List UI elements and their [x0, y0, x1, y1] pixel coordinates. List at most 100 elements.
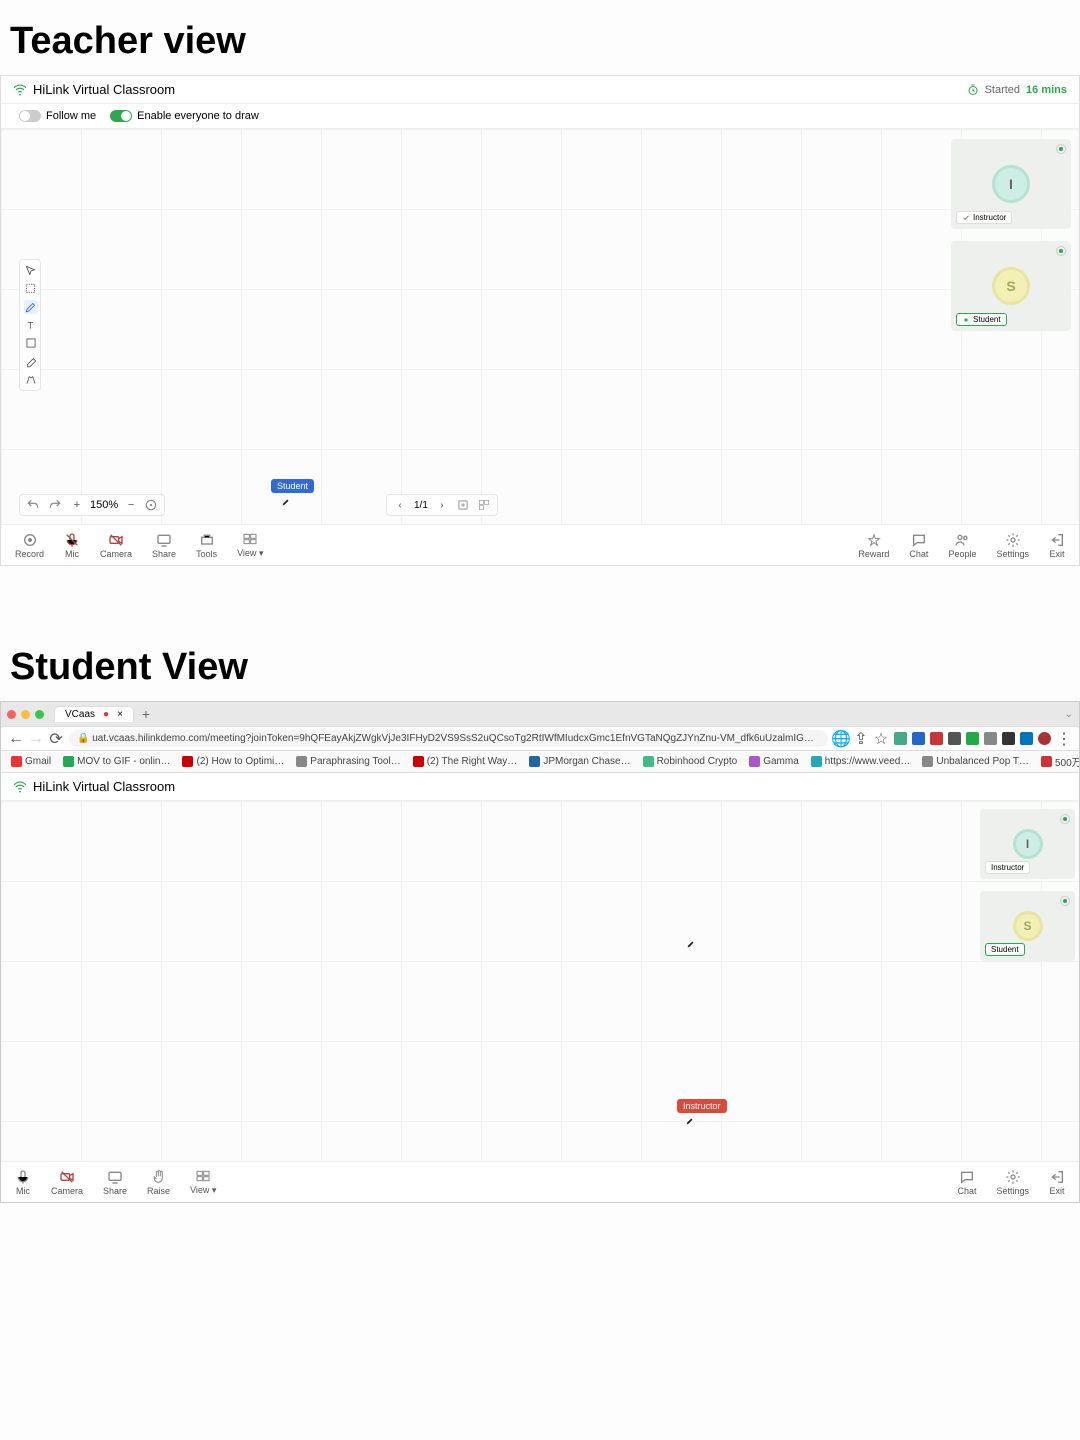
drawing-toolbox: T — [19, 259, 41, 391]
chat-button[interactable]: Chat — [957, 1169, 976, 1196]
forward-button[interactable]: → — [29, 732, 43, 746]
started-label: Started — [985, 84, 1020, 96]
new-tab-button[interactable]: + — [138, 706, 154, 722]
exit-button[interactable]: Exit — [1049, 532, 1065, 559]
view-button[interactable]: View ▾ — [237, 531, 263, 559]
bookmarks-bar: Gmail MOV to GIF - onlin… (2) How to Opt… — [1, 751, 1079, 773]
avatar: I — [992, 165, 1030, 203]
extension-icon[interactable] — [1020, 732, 1033, 745]
reload-button[interactable]: ⟳ — [49, 732, 63, 746]
clear-tool[interactable] — [24, 372, 38, 386]
participant-card[interactable]: I Instructor — [951, 139, 1071, 229]
back-button[interactable]: ← — [9, 732, 23, 746]
connection-indicator-icon — [1056, 246, 1066, 256]
extension-icon[interactable] — [894, 732, 907, 745]
mic-button[interactable]: Mic — [15, 1169, 31, 1196]
translate-icon[interactable]: 🌐 — [834, 732, 848, 746]
browser-window: VCaas ● × + ⌄ ← → ⟳ 🔒 uat.vcaas.hilinkde… — [0, 701, 1080, 1203]
chat-button[interactable]: Chat — [909, 532, 928, 559]
clock-icon — [967, 84, 979, 96]
pen-tool[interactable] — [24, 300, 38, 314]
bookmark-item[interactable]: (2) The Right Way… — [413, 756, 518, 767]
share-button[interactable]: Share — [152, 532, 176, 559]
follow-me-toggle[interactable]: Follow me — [19, 110, 96, 122]
cursor-tool[interactable] — [24, 264, 38, 278]
tab-overflow-icon[interactable]: ⌄ — [1065, 709, 1073, 720]
close-window-icon[interactable] — [7, 710, 16, 719]
svg-text:T: T — [28, 321, 34, 331]
text-tool[interactable]: T — [24, 318, 38, 332]
canvas-bottom-controls: + 150% − — [19, 494, 165, 516]
reward-button[interactable]: Reward — [858, 532, 889, 559]
add-page-button[interactable] — [456, 498, 470, 512]
bookmark-star-icon[interactable]: ☆ — [874, 732, 888, 746]
page-list-button[interactable] — [477, 498, 491, 512]
redo-button[interactable] — [48, 498, 62, 512]
participants-panel: I Instructor S Student — [951, 139, 1071, 331]
raise-hand-button[interactable]: Raise — [147, 1169, 170, 1196]
bookmark-item[interactable]: https://www.veed… — [811, 756, 911, 767]
participant-card[interactable]: S Student — [980, 891, 1075, 961]
enable-draw-toggle[interactable]: Enable everyone to draw — [110, 110, 259, 122]
remote-cursor-label: Instructor — [677, 1099, 727, 1113]
shape-tool[interactable] — [24, 336, 38, 350]
extension-icon[interactable] — [984, 732, 997, 745]
maximize-window-icon[interactable] — [35, 710, 44, 719]
mic-button[interactable]: Mic — [64, 532, 80, 559]
extension-icon[interactable] — [912, 732, 925, 745]
toggle-switch-icon — [19, 110, 41, 122]
record-button[interactable]: Record — [15, 532, 44, 559]
avatar: I — [1013, 829, 1043, 859]
next-page-button[interactable]: › — [435, 498, 449, 512]
elapsed-time: 16 mins — [1026, 84, 1067, 96]
exit-button[interactable]: Exit — [1049, 1169, 1065, 1196]
meeting-bottom-bar: Mic Camera Share Raise View ▾ Chat Setti… — [1, 1161, 1079, 1202]
zoom-in-button[interactable]: + — [70, 498, 84, 512]
profile-avatar-icon[interactable] — [1038, 732, 1051, 745]
app-header: HiLink Virtual Classroom Started 16 mins — [1, 76, 1079, 104]
connection-indicator-icon — [1060, 814, 1070, 824]
bookmark-item[interactable]: Gmail — [11, 756, 51, 767]
people-button[interactable]: People — [948, 532, 976, 559]
extension-icon[interactable] — [966, 732, 979, 745]
eraser-tool[interactable] — [24, 354, 38, 368]
extension-icon[interactable] — [930, 732, 943, 745]
bookmark-item[interactable]: Paraphrasing Tool… — [296, 756, 400, 767]
zoom-fit-button[interactable] — [144, 498, 158, 512]
bookmark-item[interactable]: JPMorgan Chase… — [529, 756, 630, 767]
bookmark-item[interactable]: Gamma — [749, 756, 799, 767]
menu-icon[interactable]: ⋮ — [1057, 732, 1071, 746]
connection-indicator-icon — [1056, 144, 1066, 154]
tools-button[interactable]: Tools — [196, 532, 217, 559]
bookmark-item[interactable]: (2) How to Optimi… — [182, 756, 284, 767]
url-input[interactable]: 🔒 uat.vcaas.hilinkdemo.com/meeting?joinT… — [69, 730, 828, 747]
participant-card[interactable]: S Student — [951, 241, 1071, 331]
prev-page-button[interactable]: ‹ — [393, 498, 407, 512]
share-button[interactable]: Share — [103, 1169, 127, 1196]
window-controls[interactable] — [7, 710, 44, 719]
extension-icon[interactable] — [948, 732, 961, 745]
bookmark-item[interactable]: 500万人看的这… — [1041, 754, 1079, 769]
view-button[interactable]: View ▾ — [190, 1168, 216, 1196]
share-icon[interactable]: ⇪ — [854, 732, 868, 746]
bookmark-item[interactable]: Unbalanced Pop T… — [922, 756, 1029, 767]
participant-card[interactable]: I Instructor — [980, 809, 1075, 879]
browser-tab[interactable]: VCaas ● × — [54, 706, 134, 722]
camera-button[interactable]: Camera — [51, 1169, 83, 1196]
select-tool[interactable] — [24, 282, 38, 296]
bookmark-item[interactable]: MOV to GIF - onlin… — [63, 756, 170, 767]
undo-button[interactable] — [26, 498, 40, 512]
whiteboard-canvas[interactable]: Instructor I Instructor S Student — [1, 801, 1079, 1161]
settings-button[interactable]: Settings — [996, 532, 1029, 559]
bookmark-item[interactable]: Robinhood Crypto — [643, 756, 738, 767]
settings-button[interactable]: Settings — [996, 1169, 1029, 1196]
camera-button[interactable]: Camera — [100, 532, 132, 559]
minimize-window-icon[interactable] — [21, 710, 30, 719]
zoom-out-button[interactable]: − — [124, 498, 138, 512]
extension-icon[interactable] — [1002, 732, 1015, 745]
zoom-level: 150% — [90, 499, 118, 511]
extension-icons — [894, 732, 1051, 745]
pen-cursor-icon — [686, 936, 696, 946]
whiteboard-canvas[interactable]: T Student + 150% − ‹ 1/1 › — [1, 129, 1079, 524]
close-tab-icon[interactable]: × — [117, 709, 123, 720]
